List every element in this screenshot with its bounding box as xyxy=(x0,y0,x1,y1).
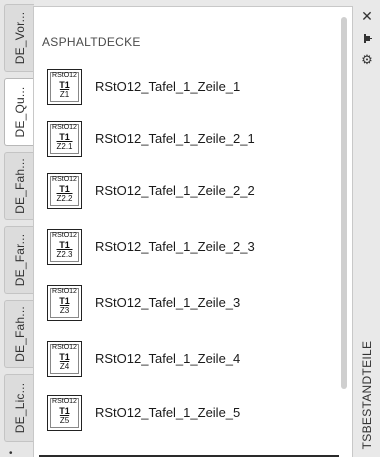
list-item-label: RStO12_Tafel_1_Zeile_1 xyxy=(95,79,241,94)
tab-de-vor[interactable]: DE_Vor... xyxy=(4,4,34,72)
sign-line-1: RStO12 xyxy=(52,398,77,405)
list-item[interactable]: RStO12 T1 Z3 RStO12_Tafel_1_Zeile_3 xyxy=(47,285,327,325)
tab-de-far[interactable]: DE_Far... xyxy=(4,226,34,294)
tab-label: DE_Fah... xyxy=(12,306,27,362)
sign-line-2: T1 xyxy=(59,240,70,250)
sign-line-1: RStO12 xyxy=(52,124,77,131)
sign-line-1: RStO12 xyxy=(52,232,77,239)
sign-line-1: RStO12 xyxy=(52,72,77,79)
tab-de-qu[interactable]: DE_Qu... xyxy=(4,78,35,146)
traffic-sign-icon: RStO12 T1 Z1 xyxy=(47,69,82,105)
list-item-label: RStO12_Tafel_1_Zeile_5 xyxy=(95,405,241,420)
pin-tip xyxy=(370,38,372,39)
traffic-sign-icon: RStO12 T1 Z2.1 xyxy=(47,121,82,157)
tab-label: DE_Lic... xyxy=(12,382,27,434)
sign-line-3: Z1 xyxy=(59,90,70,99)
traffic-sign-icon: RStO12 T1 Z5 xyxy=(47,395,82,431)
tab-label: DE_Qu... xyxy=(13,86,27,138)
sign-line-2: T1 xyxy=(59,406,70,416)
traffic-sign-icon: RStO12 T1 Z2.3 xyxy=(47,229,82,265)
more-tabs-indicator[interactable]: • xyxy=(9,448,13,457)
sign-line-2: T1 xyxy=(59,184,70,194)
list-item-label: RStO12_Tafel_1_Zeile_2_1 xyxy=(95,131,255,146)
scroll-thumb[interactable] xyxy=(341,17,347,389)
sign-line-2: T1 xyxy=(59,352,70,362)
list-item[interactable]: RStO12 T1 Z4 RStO12_Tafel_1_Zeile_4 xyxy=(47,341,327,381)
vertical-scrollbar[interactable] xyxy=(341,17,347,397)
section-title: ASPHALTDECKE xyxy=(42,35,141,49)
list-item[interactable]: RStO12 T1 Z2.2 RStO12_Tafel_1_Zeile_2_2 xyxy=(47,173,327,213)
sign-line-3: Z3 xyxy=(59,306,70,315)
tab-label: DE_Far... xyxy=(12,233,27,287)
traffic-sign-icon: RStO12 T1 Z2.2 xyxy=(47,173,82,209)
tab-de-fah-1[interactable]: DE_Fah... xyxy=(4,152,34,220)
sign-line-2: T1 xyxy=(59,80,70,90)
list-item[interactable]: RStO12 T1 Z2.1 RStO12_Tafel_1_Zeile_2_1 xyxy=(47,121,327,161)
close-icon[interactable]: ✕ xyxy=(359,8,375,24)
list-item[interactable]: RStO12 T1 Z5 RStO12_Tafel_1_Zeile_5 xyxy=(47,395,327,435)
palette-tabs: DE_Vor... DE_Qu... DE_Fah... DE_Far... D… xyxy=(0,0,35,457)
tab-de-lic[interactable]: DE_Lic... xyxy=(4,374,34,442)
sign-line-1: RStO12 xyxy=(52,288,77,295)
sign-line-3: Z5 xyxy=(59,416,70,425)
traffic-sign-icon: RStO12 T1 Z3 xyxy=(47,285,82,321)
sign-line-2: T1 xyxy=(59,132,70,142)
tab-label: DE_Vor... xyxy=(12,11,27,65)
list-item[interactable]: RStO12 T1 Z2.3 RStO12_Tafel_1_Zeile_2_3 xyxy=(47,229,327,269)
tab-label: DE_Fah... xyxy=(12,158,27,214)
palette-title-bar: ✕ ⚙ TSBESTANDTEILE xyxy=(355,0,380,457)
sign-line-1: RStO12 xyxy=(52,176,77,183)
palette-title: TSBESTANDTEILE xyxy=(360,340,374,450)
list-item-label: RStO12_Tafel_1_Zeile_4 xyxy=(95,351,241,366)
sign-line-2: T1 xyxy=(59,296,70,306)
list-item-label: RStO12_Tafel_1_Zeile_2_2 xyxy=(95,183,255,198)
list-item-label: RStO12_Tafel_1_Zeile_3 xyxy=(95,295,241,310)
palette-panel: ASPHALTDECKE RStO12 T1 Z1 RStO12_Tafel_1… xyxy=(33,6,353,457)
pin-icon[interactable] xyxy=(359,30,375,46)
sign-line-3: Z2.2 xyxy=(56,194,73,203)
sign-line-3: Z2.1 xyxy=(56,142,73,151)
sign-line-3: Z4 xyxy=(59,362,70,371)
list-item-label: RStO12_Tafel_1_Zeile_2_3 xyxy=(95,239,255,254)
traffic-sign-icon: RStO12 T1 Z4 xyxy=(47,341,82,377)
gear-icon[interactable]: ⚙ xyxy=(359,52,375,68)
tool-palette-window: DE_Vor... DE_Qu... DE_Fah... DE_Far... D… xyxy=(0,0,380,457)
sign-line-3: Z2.3 xyxy=(56,250,73,259)
list-item[interactable]: RStO12 T1 Z1 RStO12_Tafel_1_Zeile_1 xyxy=(47,69,327,109)
sign-line-1: RStO12 xyxy=(52,344,77,351)
tab-de-fah-2[interactable]: DE_Fah... xyxy=(4,300,34,368)
